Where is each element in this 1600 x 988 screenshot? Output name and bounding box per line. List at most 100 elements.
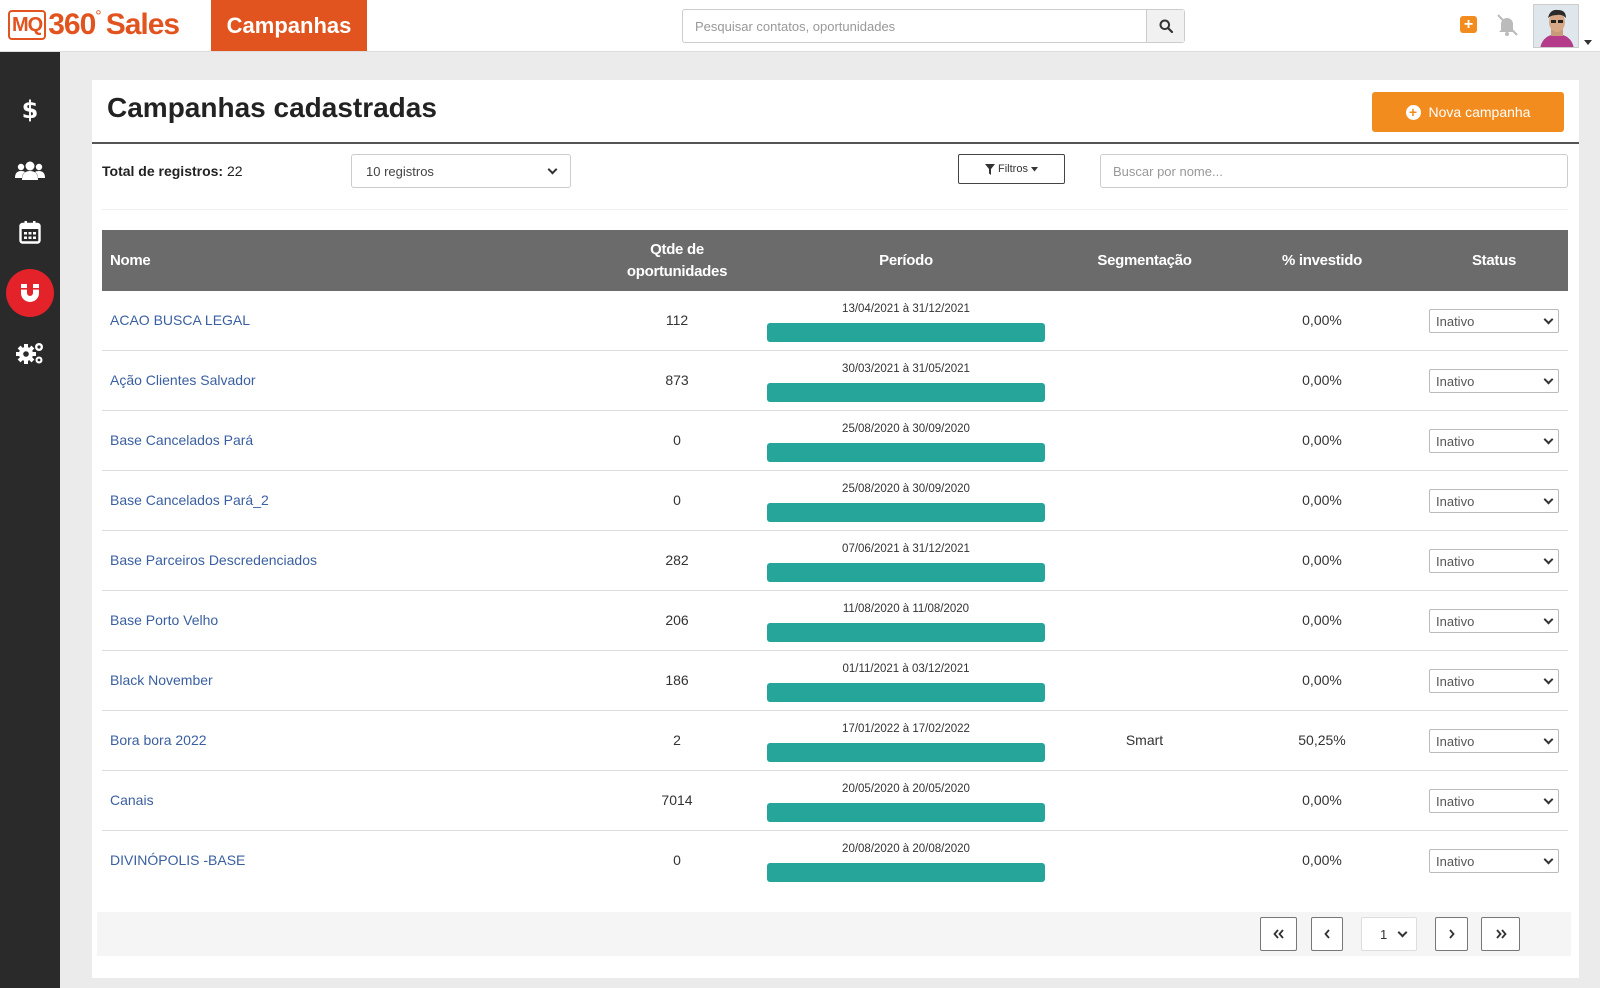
campaign-name-link[interactable]: Black November <box>110 651 213 709</box>
total-records: Total de registros: 22 <box>102 163 243 179</box>
campaign-name-link[interactable]: Base Parceiros Descredenciados <box>110 531 317 589</box>
column-header-period[interactable]: Período <box>767 230 1045 291</box>
opportunity-count: 0 <box>673 852 681 868</box>
period-dates: 07/06/2021 à 31/12/2021 <box>842 543 970 555</box>
global-search-input[interactable] <box>683 10 1146 42</box>
period-progress-bar <box>767 743 1045 762</box>
page-size-select[interactable]: 10 registros <box>351 154 571 188</box>
top-bar: MQ 360 ° Sales Campanhas + <box>0 0 1600 52</box>
opportunity-count: 2 <box>673 732 681 748</box>
campaign-name-link[interactable]: Base Cancelados Pará <box>110 411 253 469</box>
chevron-down-icon <box>547 164 558 174</box>
column-header-status[interactable]: Status <box>1429 230 1559 291</box>
module-title[interactable]: Campanhas <box>211 0 367 51</box>
name-search-input[interactable] <box>1100 154 1568 188</box>
sidebar-item-campaigns[interactable] <box>0 268 60 318</box>
sidebar-item-contacts[interactable] <box>0 146 60 196</box>
status-select[interactable]: Inativo <box>1429 609 1559 633</box>
logo-degree: ° <box>95 8 102 25</box>
campaign-name-link[interactable]: Base Porto Velho <box>110 591 218 649</box>
global-search-button[interactable] <box>1146 10 1184 42</box>
quick-add-button[interactable]: + <box>1460 16 1477 33</box>
chevron-down-icon <box>1397 927 1408 937</box>
campaign-name-link[interactable]: Ação Clientes Salvador <box>110 351 256 409</box>
table-body: ACAO BUSCA LEGAL 112 13/04/2021 à 31/12/… <box>102 291 1568 891</box>
status-select[interactable]: Inativo <box>1429 549 1559 573</box>
search-icon <box>1159 19 1173 33</box>
status-value: Inativo <box>1436 613 1475 629</box>
sidebar-item-settings[interactable] <box>0 328 60 378</box>
notifications-button[interactable] <box>1494 13 1520 37</box>
table-row: Base Cancelados Pará 0 25/08/2020 à 30/0… <box>102 411 1568 471</box>
campaign-name-link[interactable]: Canais <box>110 771 154 829</box>
sidebar-item-finance[interactable]: $ <box>0 84 60 134</box>
sidebar-item-calendar[interactable] <box>0 207 60 257</box>
period-cell: 25/08/2020 à 30/09/2020 <box>767 423 1045 462</box>
total-records-label: Total de registros: <box>102 163 224 179</box>
filter-icon <box>985 163 996 175</box>
first-page-button[interactable] <box>1260 917 1297 951</box>
period-cell: 13/04/2021 à 31/12/2021 <box>767 303 1045 342</box>
opportunity-count: 112 <box>665 312 689 328</box>
status-select[interactable]: Inativo <box>1429 669 1559 693</box>
period-progress-bar <box>767 683 1045 702</box>
status-select[interactable]: Inativo <box>1429 489 1559 513</box>
period-progress-bar <box>767 323 1045 342</box>
status-select[interactable]: Inativo <box>1429 429 1559 453</box>
period-dates: 20/08/2020 à 20/08/2020 <box>842 843 970 855</box>
status-value: Inativo <box>1436 793 1475 809</box>
status-select[interactable]: Inativo <box>1429 369 1559 393</box>
sidebar: $ <box>0 52 60 988</box>
chevron-down-icon <box>1543 854 1554 864</box>
prev-page-button[interactable] <box>1311 917 1343 951</box>
period-progress-bar <box>767 503 1045 522</box>
chevron-right-icon <box>1448 929 1455 939</box>
new-campaign-button[interactable]: + Nova campanha <box>1372 92 1564 132</box>
double-chevron-left-icon <box>1272 929 1284 939</box>
status-select[interactable]: Inativo <box>1429 789 1559 813</box>
chevron-down-icon <box>1543 794 1554 804</box>
page-select[interactable]: 1 <box>1361 917 1417 951</box>
period-dates: 11/08/2020 à 11/08/2020 <box>842 603 970 615</box>
chevron-down-icon[interactable] <box>1584 40 1592 45</box>
table-row: Bora bora 2022 2 17/01/2022 à 17/02/2022… <box>102 711 1568 771</box>
status-select[interactable]: Inativo <box>1429 849 1559 873</box>
user-avatar[interactable] <box>1533 4 1579 48</box>
page-title: Campanhas cadastradas <box>107 92 437 123</box>
double-chevron-right-icon <box>1495 929 1507 939</box>
logo-sales: Sales <box>105 8 180 41</box>
pagination: 1 <box>97 912 1571 956</box>
chevron-down-icon <box>1543 734 1554 744</box>
segment-value: Smart <box>1125 732 1164 748</box>
period-progress-bar <box>767 383 1045 402</box>
opportunity-count: 206 <box>665 612 689 628</box>
status-value: Inativo <box>1436 313 1475 329</box>
column-header-name[interactable]: Nome <box>110 230 151 291</box>
status-select[interactable]: Inativo <box>1429 309 1559 333</box>
campaign-name-link[interactable]: Base Cancelados Pará_2 <box>110 471 269 529</box>
calendar-icon <box>19 221 41 244</box>
next-page-button[interactable] <box>1435 917 1468 951</box>
logo-360: 360 <box>48 8 96 41</box>
gears-icon <box>16 343 43 364</box>
magnet-icon <box>21 284 39 302</box>
users-icon <box>15 161 45 180</box>
column-header-segment[interactable]: Segmentação <box>1082 230 1207 291</box>
campaign-name-link[interactable]: ACAO BUSCA LEGAL <box>110 291 250 349</box>
plus-circle-icon: + <box>1405 104 1421 120</box>
invested-percent: 0,00% <box>1302 612 1342 628</box>
status-select[interactable]: Inativo <box>1429 729 1559 753</box>
column-header-qty[interactable]: Qtde de oportunidades <box>612 230 742 291</box>
filters-label: Filtros <box>998 163 1028 175</box>
last-page-button[interactable] <box>1481 917 1520 951</box>
campaign-name-link[interactable]: DIVINÓPOLIS -BASE <box>110 831 245 889</box>
column-header-invested[interactable]: % investido <box>1257 230 1387 291</box>
app-logo[interactable]: MQ 360 ° Sales <box>8 6 180 44</box>
segment-value <box>1082 831 1207 889</box>
opportunity-count: 0 <box>673 492 681 508</box>
campaign-name-link[interactable]: Bora bora 2022 <box>110 711 207 769</box>
invested-percent: 0,00% <box>1302 432 1342 448</box>
filters-button[interactable]: Filtros <box>958 154 1065 184</box>
svg-text:$: $ <box>22 96 39 122</box>
campaigns-card: Campanhas cadastradas + Nova campanha To… <box>92 80 1579 978</box>
